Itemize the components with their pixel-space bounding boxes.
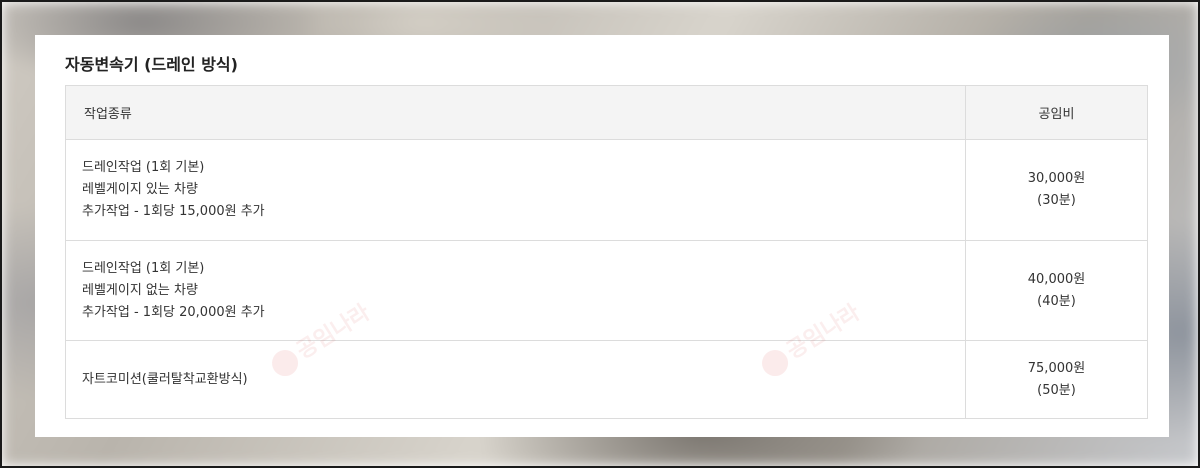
job-description: 자트코미션(쿨러탈착교환방식)	[65, 340, 966, 419]
labor-fee-cell: 75,000원 (50분)	[965, 340, 1148, 419]
job-line: 추가작업 - 1회당 20,000원 추가	[82, 304, 265, 320]
table-row: 드레인작업 (1회 기본) 레벨게이지 없는 차량 추가작업 - 1회당 20,…	[65, 240, 1148, 341]
job-line: 자트코미션(쿨러탈착교환방식)	[82, 371, 248, 387]
price-panel: 자동변속기 (드레인 방식) 작업종류 공임비 드레인작업 (1회 기본) 레벨…	[35, 35, 1169, 437]
table-row: 드레인작업 (1회 기본) 레벨게이지 있는 차량 추가작업 - 1회당 15,…	[65, 139, 1148, 241]
job-line: 레벨게이지 있는 차량	[82, 182, 198, 197]
header-labor-fee: 공임비	[965, 85, 1148, 140]
duration-value: (30분)	[1037, 193, 1076, 208]
price-value: 30,000원	[1027, 171, 1086, 186]
table-header-row: 작업종류 공임비	[65, 85, 1148, 140]
labor-fee-cell: 30,000원 (30분)	[965, 139, 1148, 241]
job-line: 드레인작업 (1회 기본)	[82, 260, 205, 276]
price-table: 작업종류 공임비 드레인작업 (1회 기본) 레벨게이지 있는 차량 추가작업 …	[65, 85, 1148, 419]
job-description: 드레인작업 (1회 기본) 레벨게이지 있는 차량 추가작업 - 1회당 15,…	[65, 139, 966, 241]
price-value: 40,000원	[1027, 271, 1086, 287]
labor-fee-cell: 40,000원 (40분)	[965, 240, 1148, 341]
job-description: 드레인작업 (1회 기본) 레벨게이지 없는 차량 추가작업 - 1회당 20,…	[65, 240, 966, 341]
job-line: 레벨게이지 없는 차량	[82, 282, 198, 298]
table-row: 자트코미션(쿨러탈착교환방식) 75,000원 (50분)	[65, 340, 1148, 419]
job-line: 추가작업 - 1회당 15,000원 추가	[82, 204, 265, 219]
header-job-type: 작업종류	[65, 85, 966, 140]
job-line: 드레인작업 (1회 기본)	[82, 160, 205, 175]
duration-value: (40분)	[1037, 293, 1076, 309]
price-value: 75,000원	[1027, 360, 1086, 376]
page-frame: 자동변속기 (드레인 방식) 작업종류 공임비 드레인작업 (1회 기본) 레벨…	[0, 0, 1200, 468]
duration-value: (50분)	[1037, 382, 1076, 398]
section-title: 자동변속기 (드레인 방식)	[65, 55, 238, 74]
